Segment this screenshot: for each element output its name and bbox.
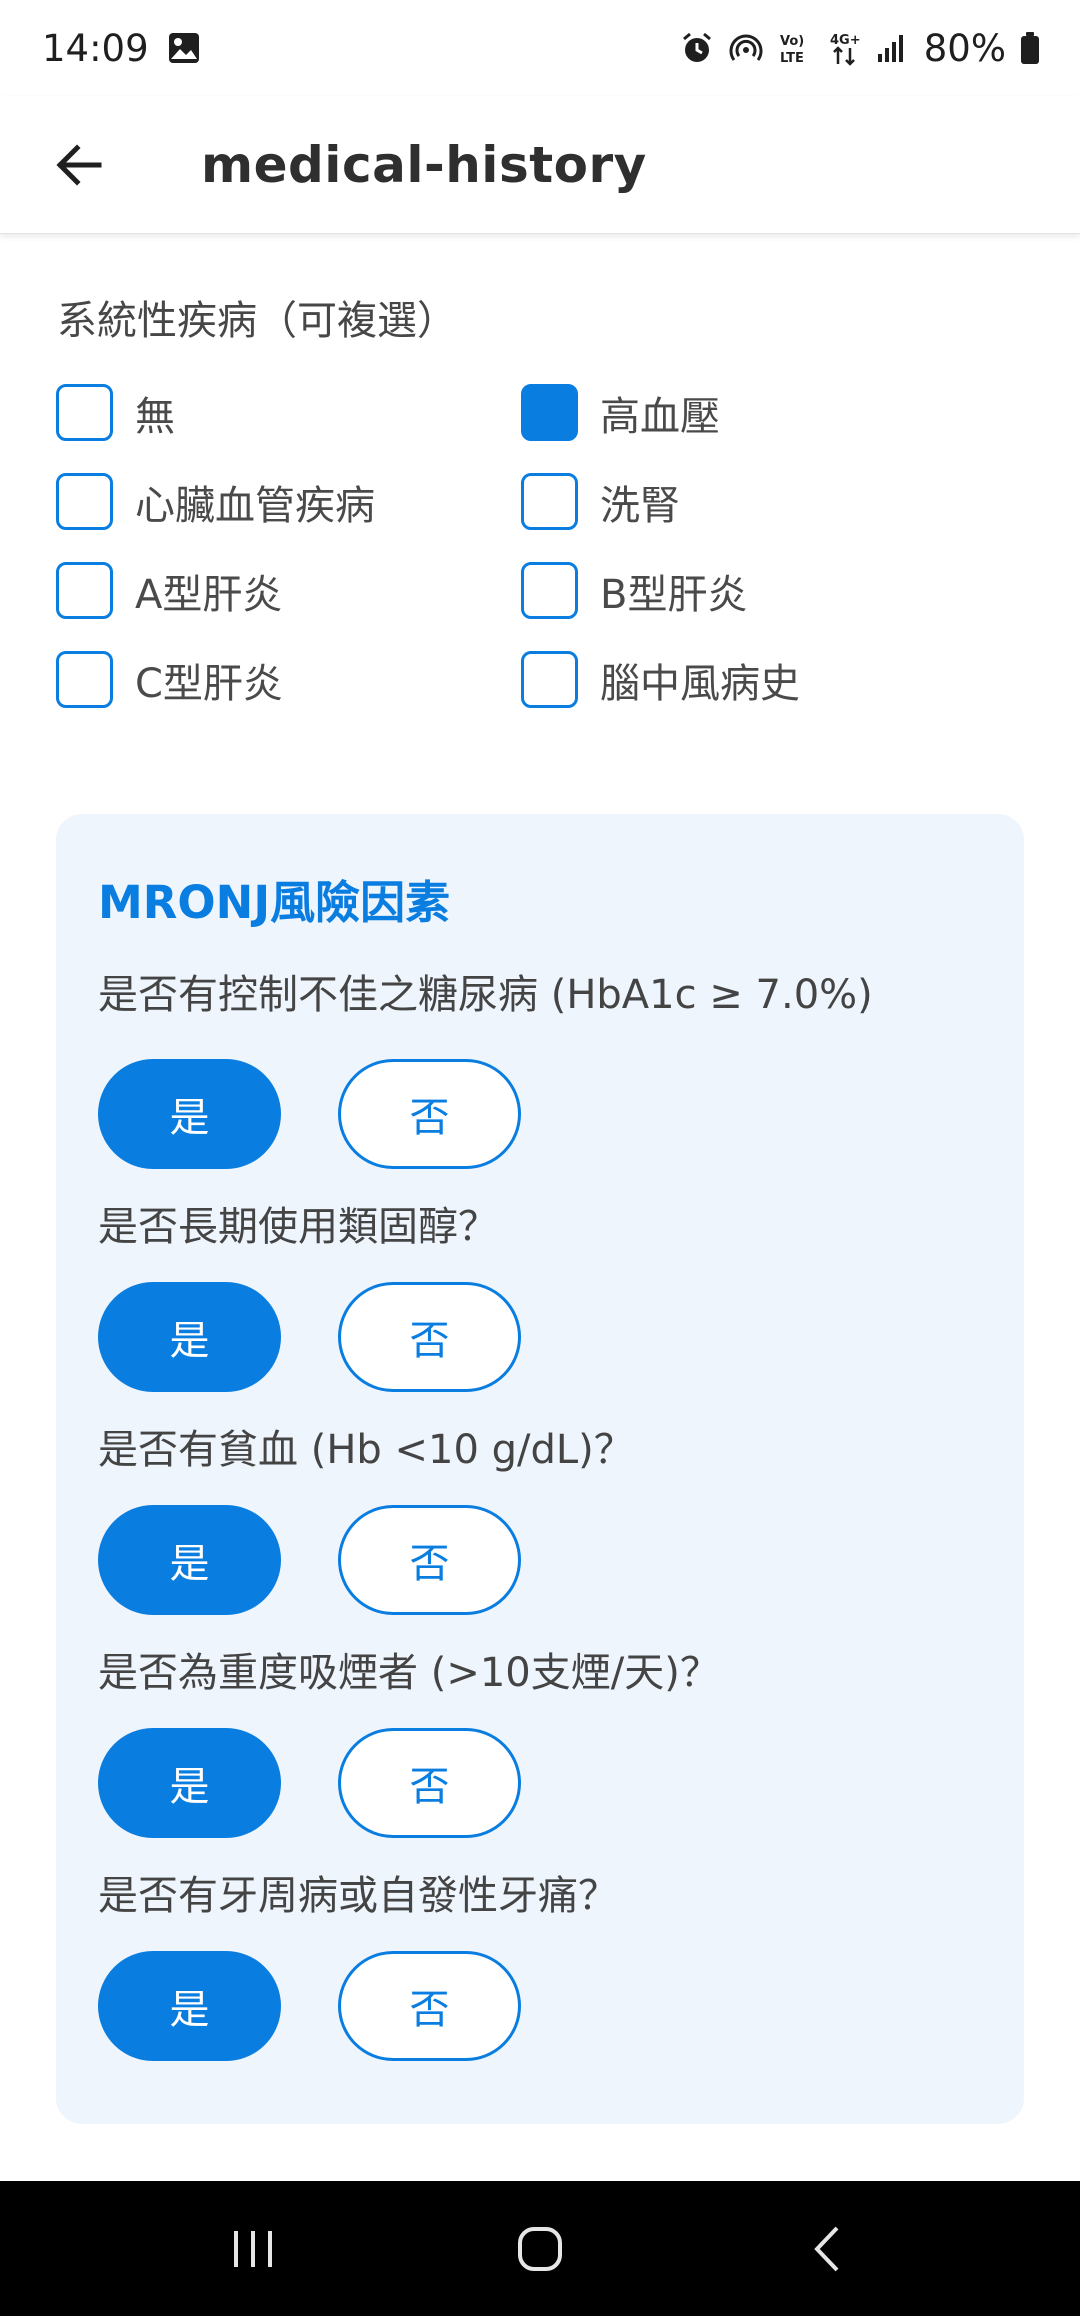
no-button[interactable]: 否 bbox=[338, 1728, 521, 1838]
question-smoker: 是否為重度吸煙者 (>10支煙/天)？ bbox=[98, 1650, 720, 1696]
volte-icon: Vo) LTE bbox=[778, 30, 814, 66]
question-periodontal: 是否有牙周病或自發性牙痛？ bbox=[98, 1873, 618, 1919]
no-button[interactable]: 否 bbox=[338, 1282, 521, 1392]
checkbox-box[interactable] bbox=[521, 384, 578, 441]
mronj-title: MRONJ風險因素 bbox=[98, 876, 451, 929]
yes-button[interactable]: 是 bbox=[98, 1728, 281, 1838]
battery-icon bbox=[1020, 31, 1040, 65]
recents-button[interactable] bbox=[193, 2199, 313, 2299]
app-bar: medical-history bbox=[0, 96, 1080, 234]
yes-button[interactable]: 是 bbox=[98, 1059, 281, 1169]
checkbox-box[interactable] bbox=[521, 651, 578, 708]
answer-row: 是 否 bbox=[98, 1728, 521, 1838]
checkbox-label: C型肝炎 bbox=[135, 660, 283, 707]
checkbox-stroke-history[interactable]: 腦中風病史 bbox=[521, 651, 986, 708]
checkbox-dialysis[interactable]: 洗腎 bbox=[521, 473, 986, 530]
arrow-left-icon bbox=[56, 143, 102, 186]
question-anemia: 是否有貧血 (Hb <10 g/dL)？ bbox=[98, 1427, 634, 1473]
alarm-icon bbox=[680, 31, 714, 65]
checkbox-hepatitis-b[interactable]: B型肝炎 bbox=[521, 562, 986, 619]
question-steroids: 是否長期使用類固醇？ bbox=[98, 1204, 498, 1250]
checkbox-cardiovascular[interactable]: 心臟血管疾病 bbox=[56, 473, 521, 530]
recents-icon bbox=[234, 2230, 273, 2267]
checkbox-none[interactable]: 無 bbox=[56, 384, 521, 441]
svg-text:4G+: 4G+ bbox=[830, 33, 861, 48]
back-icon bbox=[813, 2226, 839, 2271]
checkbox-box[interactable] bbox=[56, 473, 113, 530]
svg-text:Vo): Vo) bbox=[780, 34, 804, 49]
back-button[interactable] bbox=[39, 125, 119, 205]
yes-button[interactable]: 是 bbox=[98, 1951, 281, 2061]
checkbox-label: A型肝炎 bbox=[135, 571, 283, 618]
checkbox-hepatitis-c[interactable]: C型肝炎 bbox=[56, 651, 521, 708]
checkbox-label: 心臟血管疾病 bbox=[135, 482, 375, 529]
mronj-risk-card: MRONJ風險因素 是否有控制不佳之糖尿病 (HbA1c ≥ 7.0%) 是 否… bbox=[56, 814, 1024, 2124]
status-time: 14:09 bbox=[42, 26, 149, 70]
checkbox-box[interactable] bbox=[56, 384, 113, 441]
question-diabetes: 是否有控制不佳之糖尿病 (HbA1c ≥ 7.0%) bbox=[98, 972, 873, 1018]
checkbox-box[interactable] bbox=[56, 562, 113, 619]
checkbox-box[interactable] bbox=[521, 562, 578, 619]
page-title: medical-history bbox=[201, 135, 647, 194]
nav-back-button[interactable] bbox=[767, 2199, 887, 2299]
svg-text:LTE: LTE bbox=[780, 51, 804, 66]
systemic-disease-options: 無 高血壓 心臟血管疾病 洗腎 A型肝炎 B型肝炎 C型肝炎 腦中風病史 bbox=[56, 384, 1026, 708]
systemic-disease-title: 系統性疾病（可複選） bbox=[57, 298, 457, 344]
checkbox-label: 腦中風病史 bbox=[600, 660, 800, 707]
checkbox-label: B型肝炎 bbox=[600, 571, 748, 618]
answer-row: 是 否 bbox=[98, 1282, 521, 1392]
no-button[interactable]: 否 bbox=[338, 1505, 521, 1615]
answer-row: 是 否 bbox=[98, 1505, 521, 1615]
checkbox-hypertension[interactable]: 高血壓 bbox=[521, 384, 986, 441]
checkbox-box[interactable] bbox=[521, 473, 578, 530]
home-icon bbox=[517, 2226, 562, 2271]
yes-button[interactable]: 是 bbox=[98, 1505, 281, 1615]
checkbox-hepatitis-a[interactable]: A型肝炎 bbox=[56, 562, 521, 619]
data-arrows-icon: 4G+ bbox=[828, 30, 862, 66]
status-bar: 14:09 Vo) LTE 4G+ 80% bbox=[0, 0, 1080, 96]
checkbox-box[interactable] bbox=[56, 651, 113, 708]
answer-row: 是 否 bbox=[98, 1951, 521, 2061]
hotspot-icon bbox=[728, 30, 764, 66]
home-button[interactable] bbox=[480, 2199, 600, 2299]
no-button[interactable]: 否 bbox=[338, 1951, 521, 2061]
answer-row: 是 否 bbox=[98, 1059, 521, 1169]
battery-percent: 80% bbox=[923, 26, 1006, 70]
image-icon bbox=[167, 31, 201, 65]
system-nav-bar bbox=[0, 2181, 1080, 2316]
signal-icon bbox=[876, 32, 908, 64]
no-button[interactable]: 否 bbox=[338, 1059, 521, 1169]
yes-button[interactable]: 是 bbox=[98, 1282, 281, 1392]
checkbox-label: 無 bbox=[135, 393, 175, 440]
checkbox-label: 洗腎 bbox=[600, 482, 680, 529]
checkbox-label: 高血壓 bbox=[600, 393, 720, 440]
